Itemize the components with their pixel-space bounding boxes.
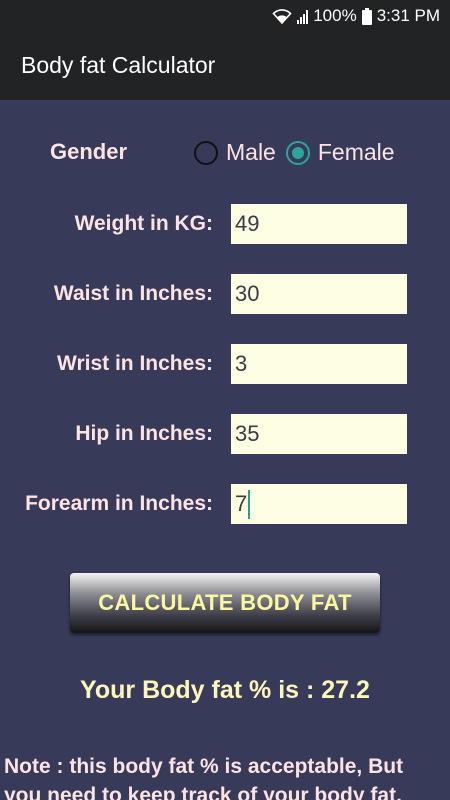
waist-label: Waist in Inches:: [53, 282, 213, 305]
hip-input[interactable]: [231, 414, 407, 454]
gender-radio-group: Male Female: [194, 139, 395, 166]
radio-male-label[interactable]: Male: [226, 139, 276, 166]
forearm-input[interactable]: [231, 484, 407, 524]
note-line-1: Note : this body fat % is acceptable, Bu…: [4, 755, 404, 778]
wrist-row: Wrist in Inches:: [0, 344, 450, 384]
battery-percent: 100%: [313, 6, 357, 25]
app-title: Body fat Calculator: [21, 52, 216, 78]
weight-input[interactable]: [231, 204, 407, 244]
radio-female-circle[interactable]: [285, 140, 310, 165]
hip-row: Hip in Inches:: [0, 414, 450, 454]
wrist-label: Wrist in Inches:: [57, 352, 213, 375]
battery-icon: [361, 7, 372, 25]
radio-female[interactable]: Female: [285, 139, 395, 166]
text-cursor: [248, 490, 250, 519]
radio-female-label[interactable]: Female: [318, 139, 395, 166]
waist-row: Waist in Inches:: [0, 274, 450, 314]
status-bar: 100% 3:31 PM: [0, 0, 450, 32]
forearm-label: Forearm in Inches:: [25, 492, 213, 515]
app-bar: Body fat Calculator: [0, 32, 450, 100]
wifi-icon: [272, 9, 292, 24]
signal-icon: [297, 9, 309, 24]
hip-label: Hip in Inches:: [75, 422, 213, 445]
weight-label: Weight in KG:: [74, 212, 213, 235]
wrist-input[interactable]: [231, 344, 407, 384]
note-text: Note : this body fat % is acceptable, Bu…: [4, 752, 450, 800]
clock: 3:31 PM: [376, 6, 440, 25]
gender-label: Gender: [50, 139, 128, 164]
note-line-2: you need to keep track of your body fat.: [4, 784, 402, 800]
calculate-body-fat-button[interactable]: CALCULATE BODY FAT: [70, 573, 380, 633]
radio-male-circle[interactable]: [194, 140, 218, 165]
waist-input[interactable]: [231, 274, 407, 314]
status-icons: 100% 3:31 PM: [272, 6, 440, 26]
forearm-row: Forearm in Inches:: [0, 484, 450, 524]
calculate-button-label: CALCULATE BODY FAT: [98, 590, 352, 615]
body-fat-result: Your Body fat % is : 27.2: [80, 676, 370, 704]
radio-male[interactable]: Male: [194, 139, 276, 166]
weight-row: Weight in KG:: [0, 204, 450, 244]
